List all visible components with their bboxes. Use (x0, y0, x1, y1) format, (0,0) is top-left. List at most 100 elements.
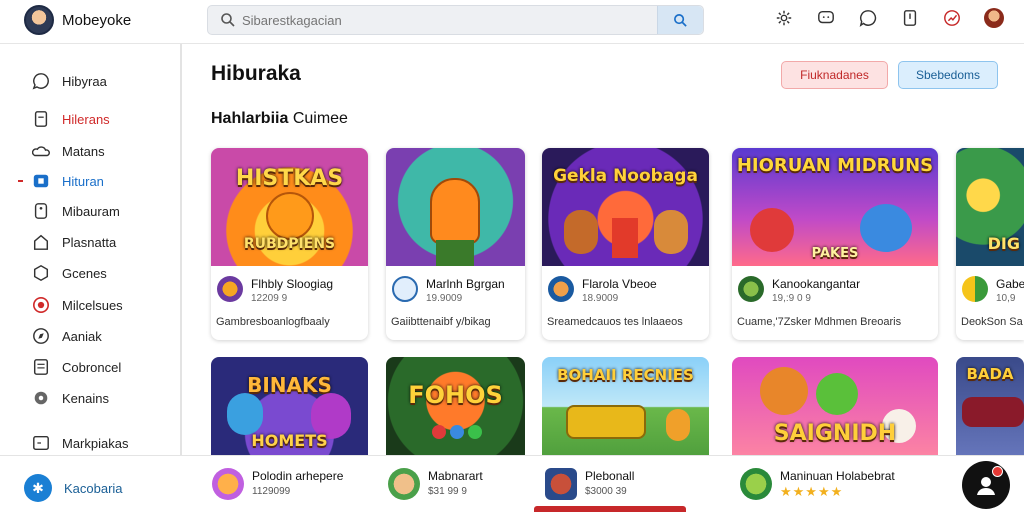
sidebar-item-label: Kenains (62, 390, 109, 406)
card-desc: Gaiibttenaibf y/bikag (391, 316, 491, 328)
card-meta: 12209 9 (251, 293, 288, 304)
section-title: Hahlarbiia Cuimee (211, 110, 348, 127)
active-indicator (18, 180, 23, 182)
bluetooth-icon: ✱ (24, 474, 52, 502)
target-icon (32, 296, 50, 314)
game-art: HISTKAS RUBDPIENS (211, 148, 368, 266)
game-icon (392, 276, 418, 302)
sidebar-item-label: Milcelsues (62, 297, 123, 313)
circle-icon (32, 389, 50, 407)
sidebar-item[interactable]: Markpiakas (32, 432, 128, 454)
sidebar-item[interactable]: Kenains (32, 387, 109, 409)
search-button[interactable] (657, 6, 703, 34)
sidebar-item[interactable]: Cobroncel (32, 356, 121, 378)
sidebar-item-label: Hibyraa (62, 73, 107, 89)
bottom-bar: ✱ Kacobaria Polodin arhepere 1129099 Mab… (0, 455, 1024, 512)
card-meta: 19,:9 0 9 (772, 293, 811, 304)
card-title: Kanookangantar (772, 277, 861, 291)
sidebar-item-label: Aaniak (62, 328, 102, 344)
compass-icon (32, 327, 50, 345)
game-art: HIORUAN MIDRUNS PAKES (732, 148, 938, 266)
item-icon (740, 468, 772, 500)
search-icon (674, 13, 687, 27)
cloud-icon (32, 142, 50, 160)
game-icon (738, 276, 764, 302)
game-card[interactable]: SAIGNIDH (732, 357, 938, 467)
card-title: Flhbly Sloogiag (251, 277, 334, 291)
sidebar-item[interactable]: Hituran (32, 170, 104, 192)
search-icon (221, 13, 235, 27)
search-bar (207, 5, 704, 35)
floating-action-button[interactable] (962, 461, 1010, 509)
sidebar-item-label: Mibauram (62, 203, 120, 219)
card-title: Marlnh Bgrgan (426, 277, 505, 291)
search-input[interactable] (242, 10, 652, 30)
game-card[interactable]: HIORUAN MIDRUNS PAKES Kanookangantar 19,… (732, 148, 938, 340)
card-meta: 19.9009 (426, 293, 463, 304)
sidebar-item[interactable]: Milcelsues (32, 294, 123, 316)
game-card[interactable]: BOHAII RECNIES (542, 357, 709, 467)
card-desc: Gambresboanlogfbaaly (216, 316, 330, 328)
sidebar-item[interactable]: Aaniak (32, 325, 102, 347)
game-icon (962, 276, 988, 302)
house-icon (32, 233, 50, 251)
share-icon[interactable] (900, 8, 920, 28)
card-desc: Cuame,'7Zsker Mdhmen Breoaris (737, 316, 902, 328)
card-desc: Sreamedcauos tes lnlaaeos (547, 316, 683, 328)
game-art: DIG (956, 148, 1024, 266)
cube-icon (32, 264, 50, 282)
app-logo (24, 5, 54, 35)
sidebar-item-label: Gcenes (62, 265, 107, 281)
game-card[interactable]: HISTKAS RUBDPIENS Flhbly Sloogiag 12209 … (211, 148, 368, 340)
game-icon (217, 276, 243, 302)
chat-icon[interactable] (816, 8, 836, 28)
monitor-icon (32, 434, 50, 452)
sidebar-item-label: Plasnatta (62, 234, 117, 250)
game-card[interactable]: Gekla Noobaga Flarola Vbeoe 18.9009 Srea… (542, 148, 709, 340)
notification-icon[interactable] (942, 8, 962, 28)
brand-name: Mobeyoke (62, 11, 132, 29)
bottom-main-link[interactable]: ✱ Kacobaria (24, 474, 123, 502)
sidebar-item[interactable]: Plasnatta (32, 231, 116, 253)
sidebar-item[interactable]: Matans (32, 140, 105, 162)
sidebar-item-label: Hilerans (62, 111, 110, 127)
bookmark-icon (32, 110, 50, 128)
game-card[interactable]: BINAKS HOMETS (211, 357, 368, 467)
item-icon (545, 468, 577, 500)
sidebar-item[interactable]: Gcenes (32, 262, 107, 284)
tag-icon (32, 202, 50, 220)
item-icon (212, 468, 244, 500)
game-card[interactable]: BADA (956, 357, 1024, 467)
sidebar-item[interactable]: Mibauram (32, 200, 120, 222)
notification-badge (992, 466, 1003, 477)
gear-icon[interactable] (774, 8, 794, 28)
rating-stars: ★★★★★ (780, 484, 844, 499)
card-title: Flarola Vbeoe (582, 277, 657, 291)
page-title: Hiburaka (211, 62, 301, 85)
message-icon[interactable] (858, 8, 878, 28)
sidebar-item[interactable]: Hibyraa (32, 70, 107, 92)
game-art (386, 148, 525, 266)
brand[interactable]: Mobeyoke (24, 5, 131, 35)
game-card[interactable]: Marlnh Bgrgan 19.9009 Gaiibttenaibf y/bi… (386, 148, 525, 340)
blue-action-button[interactable]: Sbebedoms (898, 61, 998, 89)
document-icon (32, 358, 50, 376)
game-art: Gekla Noobaga (542, 148, 709, 266)
card-meta: 18.9009 (582, 293, 619, 304)
speech-icon (32, 72, 50, 90)
user-avatar[interactable] (984, 8, 1004, 28)
sidebar-item-label: Markpiakas (62, 435, 129, 451)
sidebar-item-label: Cobroncel (62, 359, 122, 375)
red-action-button[interactable]: Fiuknadanes (781, 61, 888, 89)
sidebar-item-label: Hituran (62, 173, 104, 189)
sidebar-item-label: Matans (62, 143, 105, 159)
game-icon (548, 276, 574, 302)
game-card[interactable]: DIG Gabe 10,9 DeokSon Sa (956, 148, 1024, 340)
card-title: Gabe (996, 277, 1024, 291)
top-bar: Mobeyoke (0, 0, 1024, 44)
red-accent-strip (534, 506, 686, 512)
sidebar-item[interactable]: Hilerans (32, 108, 110, 130)
game-card[interactable]: FOHOS (386, 357, 525, 467)
card-meta: 10,9 (996, 293, 1016, 304)
card-desc: DeokSon Sa (961, 316, 1023, 328)
